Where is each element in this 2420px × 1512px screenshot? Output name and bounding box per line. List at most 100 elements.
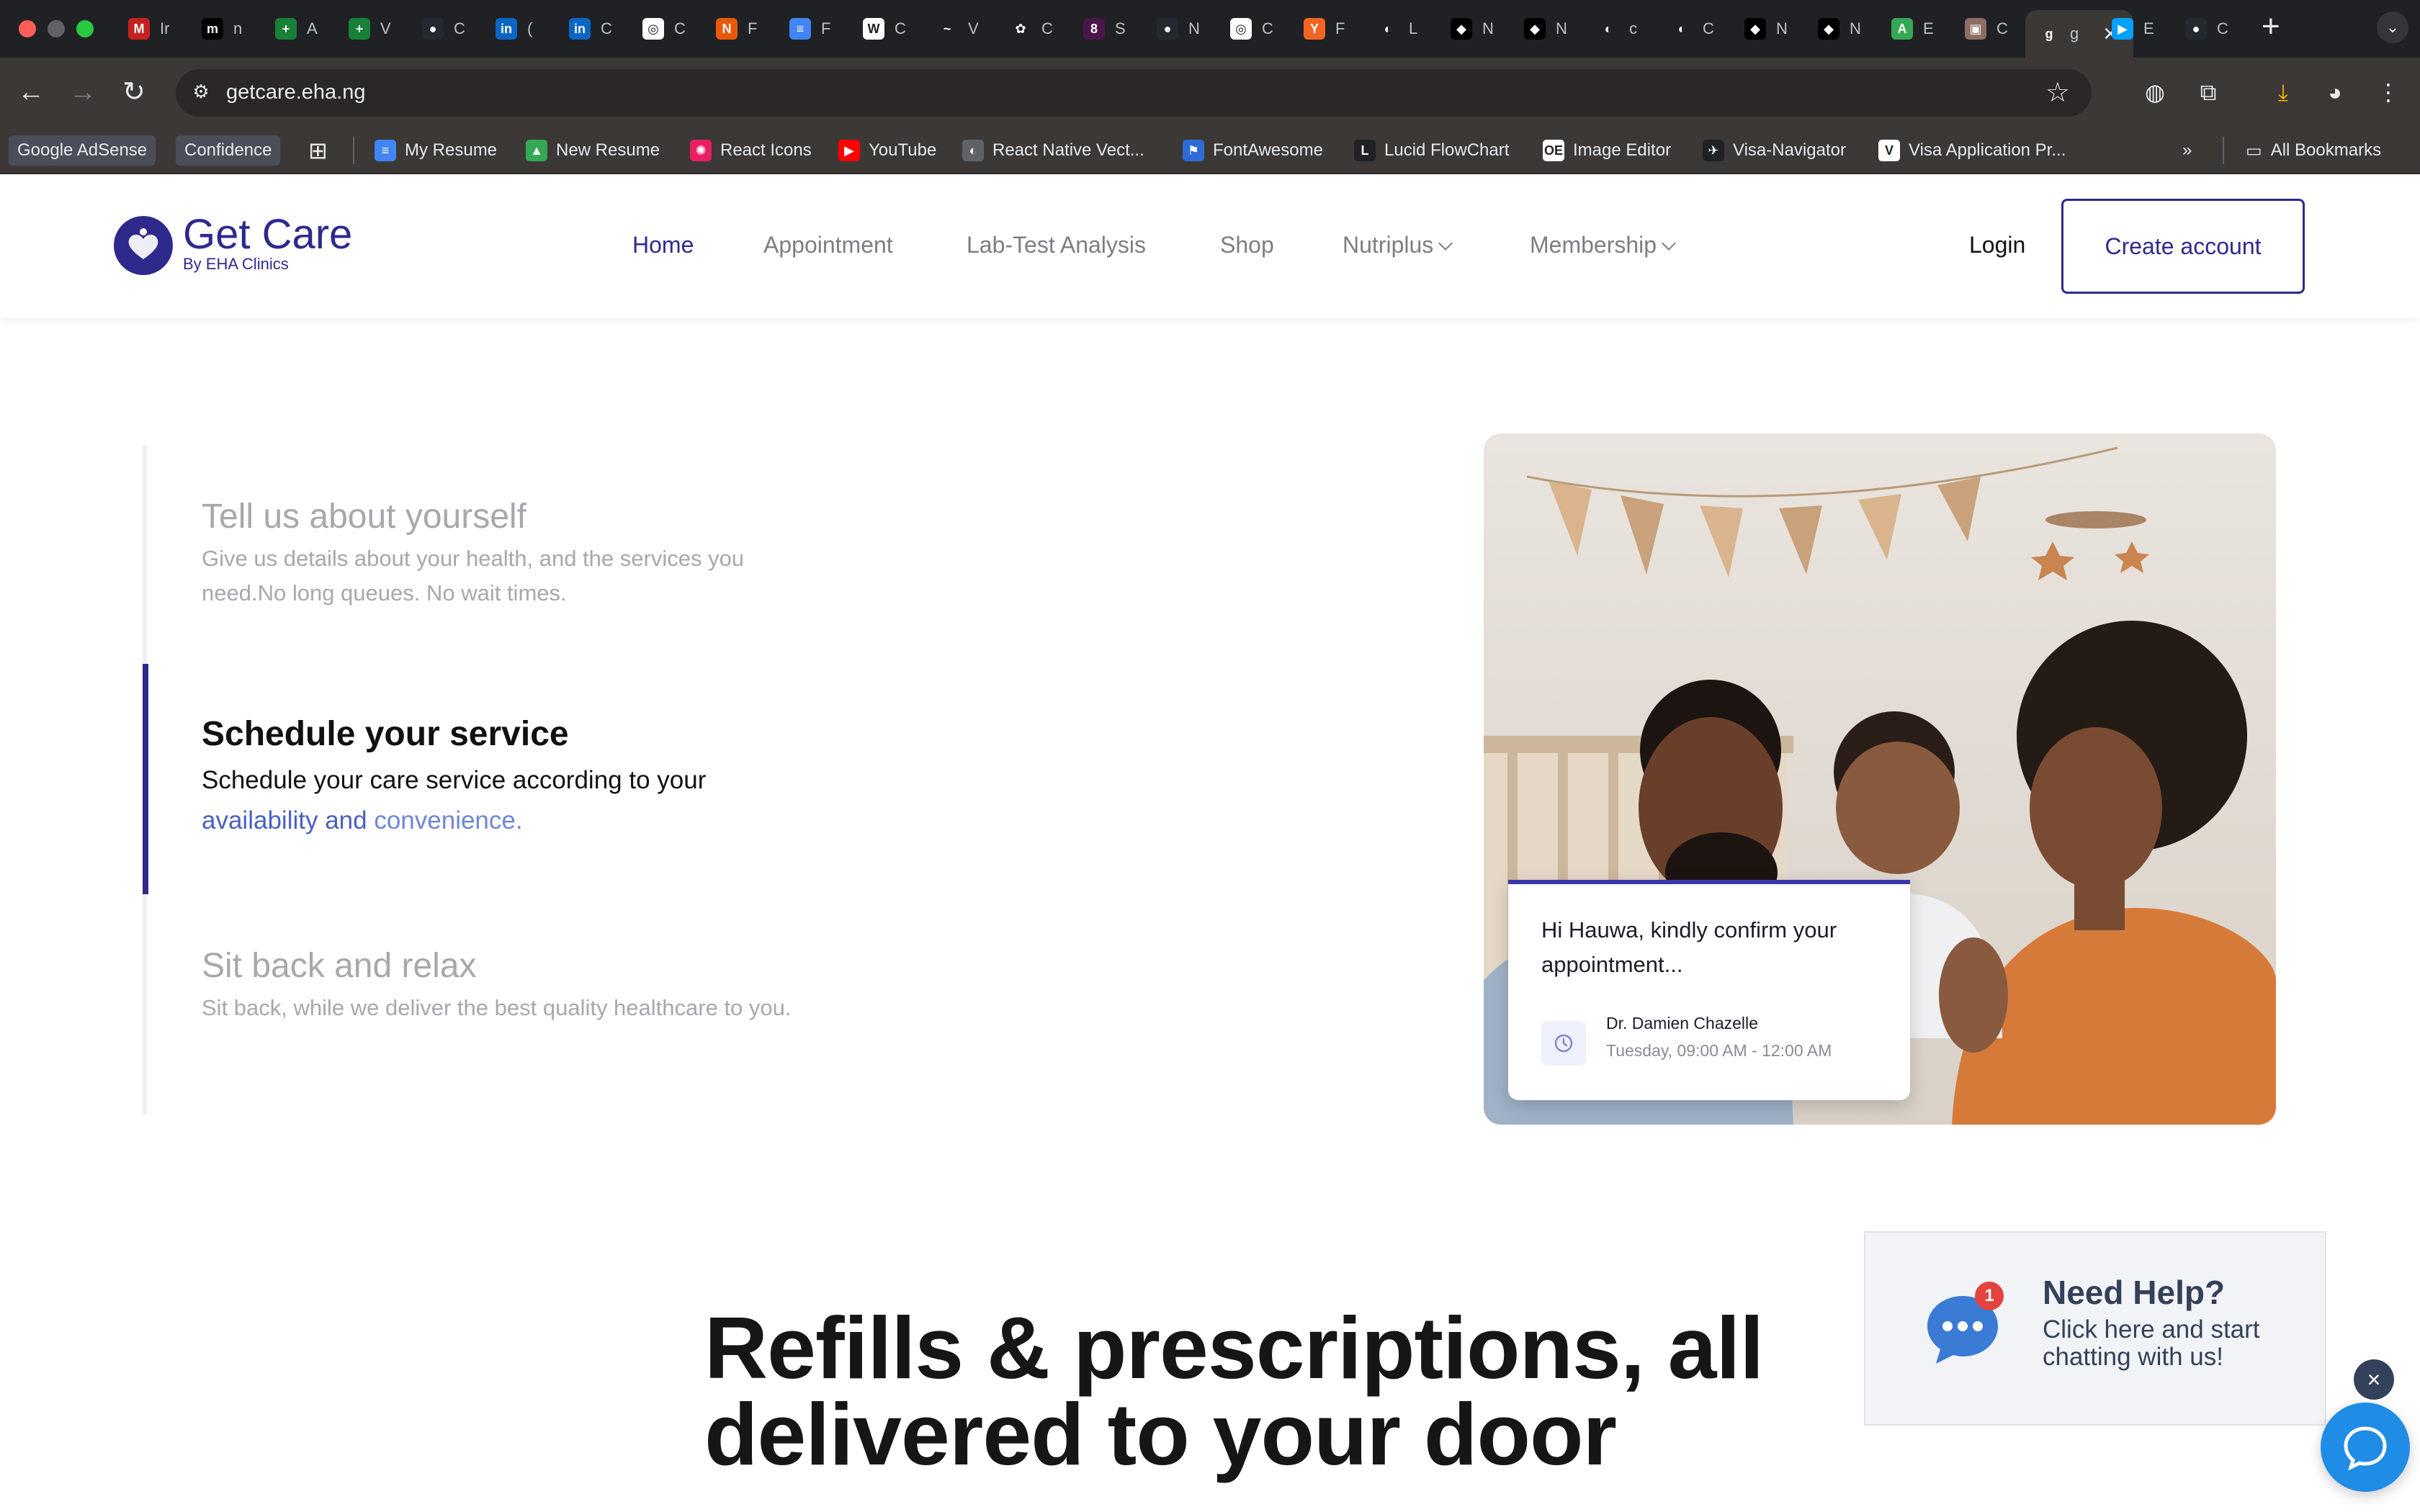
tab-title: g: [2070, 24, 2079, 42]
help-chat-prompt[interactable]: 1 Need Help? Click here and start chatti…: [1864, 1231, 2326, 1426]
browser-tab[interactable]: mn: [189, 10, 242, 48]
close-help-button[interactable]: ×: [2354, 1359, 2394, 1400]
browser-tab[interactable]: ◎ C: [1217, 10, 1273, 48]
browser-tab[interactable]: ● N: [1144, 10, 1200, 48]
more-bookmarks-icon[interactable]: »: [2182, 135, 2192, 166]
browser-tab[interactable]: ◐ C: [1658, 10, 1714, 48]
tab-title: V: [380, 19, 391, 37]
maximize-window-button[interactable]: [76, 20, 94, 37]
browser-tab[interactable]: + A: [262, 10, 318, 48]
address-bar[interactable]: ⚙ getcare.eha.ng ☆: [176, 69, 2092, 117]
browser-tab[interactable]: ~ V: [923, 10, 979, 48]
tab-search-button[interactable]: ⌄: [2377, 12, 2408, 43]
browser-tab[interactable]: ◆ N: [1805, 10, 1861, 48]
linkedin-icon: in: [569, 18, 591, 40]
new-tab-button[interactable]: +: [2262, 9, 2280, 45]
close-window-button[interactable]: [19, 20, 36, 37]
browser-tab[interactable]: + V: [336, 10, 391, 48]
profile-avatar[interactable]: ◕: [2321, 78, 2349, 107]
step-2-title[interactable]: Schedule your service: [202, 714, 569, 754]
logo-heart-icon[interactable]: [114, 216, 173, 275]
bookmark-item[interactable]: V Visa Application Pr...: [1878, 135, 2066, 166]
browser-tab[interactable]: WC: [850, 10, 906, 48]
browser-tab[interactable]: ◆ N: [1731, 10, 1788, 48]
bookmark-item[interactable]: ⚑ FontAwesome: [1183, 135, 1323, 166]
steps-active-indicator: [143, 664, 148, 894]
browser-tab[interactable]: ● C: [2172, 10, 2228, 48]
app-icon: A: [1891, 18, 1913, 40]
logo-name[interactable]: Get Care: [183, 210, 352, 258]
step-1-title[interactable]: Tell us about yourself: [202, 497, 526, 536]
clock-icon: [1541, 1021, 1586, 1066]
browser-tab[interactable]: ▶ E: [2099, 10, 2154, 48]
browser-tab[interactable]: YF: [1291, 10, 1345, 48]
flag-icon: ⚑: [1183, 140, 1204, 161]
bookmark-item[interactable]: ▶ YouTube: [838, 135, 936, 166]
bookmark-item[interactable]: Confidence: [176, 135, 281, 166]
login-link[interactable]: Login: [1969, 232, 2025, 258]
step-3-title[interactable]: Sit back and relax: [202, 946, 477, 986]
medium-icon: m: [202, 18, 223, 40]
bookmark-item[interactable]: Google AdSense: [9, 135, 156, 166]
nav-appointment[interactable]: Appointment: [763, 232, 893, 258]
globe-extension-icon[interactable]: ◍: [2141, 78, 2169, 107]
app-icon: ◆: [1744, 18, 1766, 40]
browser-tab[interactable]: M Ir: [115, 10, 169, 48]
nav-home[interactable]: Home: [632, 232, 694, 258]
chat-icon: [2344, 1426, 2387, 1470]
bookmark-label: Visa-Navigator: [1733, 140, 1846, 160]
tab-title: Ir: [160, 19, 170, 37]
site-header: Get Care By EHA Clinics Home Appointment…: [0, 174, 2420, 318]
tab-title: C: [674, 19, 686, 37]
bookmark-item[interactable]: L Lucid FlowChart: [1354, 135, 1509, 166]
wix-icon: W: [863, 18, 884, 40]
create-account-button[interactable]: Create account: [2061, 199, 2305, 294]
bookmark-item[interactable]: OE Image Editor: [1543, 135, 1671, 166]
browser-tab[interactable]: NF: [703, 10, 757, 48]
bookmark-star-icon[interactable]: ☆: [2045, 76, 2070, 109]
browser-tab[interactable]: ▣ C: [1952, 10, 2008, 48]
browser-tab[interactable]: ◐ c: [1585, 10, 1637, 48]
nav-lab-test-analysis[interactable]: Lab-Test Analysis: [967, 232, 1146, 258]
download-icon[interactable]: ⤓: [2269, 78, 2298, 107]
extensions-icon[interactable]: ⧉: [2194, 78, 2223, 107]
forward-icon[interactable]: →: [69, 76, 97, 108]
tab-title: C: [895, 19, 906, 37]
nav-membership[interactable]: Membership: [1530, 232, 1676, 258]
tab-title: N: [1556, 19, 1567, 37]
browser-tab[interactable]: ◆ N: [1438, 10, 1494, 48]
browser-tab[interactable]: in (: [483, 10, 532, 48]
browser-tab[interactable]: in C: [556, 10, 612, 48]
back-icon[interactable]: ←: [17, 76, 45, 108]
bookmark-item[interactable]: ▲ New Resume: [526, 135, 660, 166]
chat-launcher-button[interactable]: [2321, 1403, 2410, 1492]
app-icon: ◆: [1451, 18, 1472, 40]
help-title: Need Help?: [2043, 1274, 2226, 1311]
browser-tab[interactable]: ✿ C: [997, 10, 1053, 48]
minimize-window-button[interactable]: [48, 20, 65, 37]
play-icon: ▶: [2112, 18, 2133, 40]
tab-title: E: [2143, 19, 2154, 37]
nav-nutriplus[interactable]: Nutriplus: [1343, 232, 1453, 258]
browser-tab[interactable]: ≡ F: [776, 10, 830, 48]
browser-tab[interactable]: AE: [1878, 10, 1934, 48]
tab-title: N: [1482, 19, 1494, 37]
bookmark-item[interactable]: ✺ React Icons: [690, 135, 812, 166]
browser-tab[interactable]: ◐ L: [1364, 10, 1417, 48]
reload-icon[interactable]: ↻: [122, 76, 145, 108]
browser-tab[interactable]: 8S: [1070, 10, 1126, 48]
browser-tab[interactable]: ● C: [409, 10, 465, 48]
browser-tab[interactable]: ◆ N: [1511, 10, 1567, 48]
appointment-card[interactable]: Hi Hauwa, kindly confirm your appointmen…: [1508, 880, 1910, 1100]
site-settings-icon[interactable]: ⚙: [189, 81, 213, 105]
browser-menu-icon[interactable]: ⋮: [2374, 78, 2403, 107]
bookmark-item[interactable]: ≡ My Resume: [375, 135, 497, 166]
nav-shop[interactable]: Shop: [1220, 232, 1274, 258]
linkedin-icon: in: [496, 18, 517, 40]
bookmark-item[interactable]: ✈ Visa-Navigator: [1703, 135, 1846, 166]
browser-tab[interactable]: ◎ C: [629, 10, 686, 48]
apps-grid-icon[interactable]: ⊞: [308, 135, 328, 166]
all-bookmarks-button[interactable]: ▭ All Bookmarks: [2246, 135, 2381, 166]
tab-title: N: [1188, 19, 1200, 37]
bookmark-item[interactable]: ◐ React Native Vect...: [962, 135, 1144, 166]
